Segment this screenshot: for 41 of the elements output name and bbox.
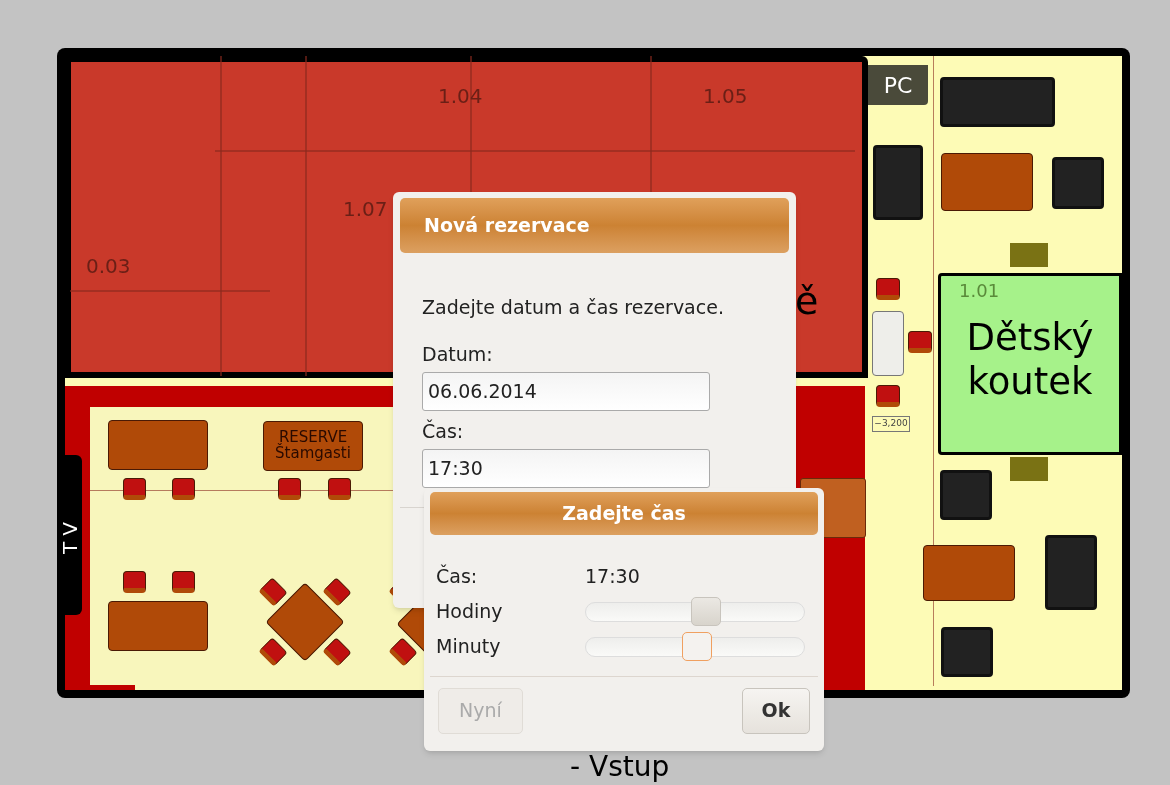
room-name: koutek [967,360,1093,405]
chair-drawing [123,571,146,593]
armchair-drawing [940,470,992,520]
room-number: 1.01 [959,282,1000,300]
slider-label: Minuty [436,633,502,659]
text-field[interactable]: 17:30 [422,448,710,488]
text-field[interactable]: 06.06.2014 [422,371,710,411]
room-number: 1.07 [343,199,388,219]
time-label: Čas: [436,563,479,589]
slider[interactable] [585,596,805,626]
armchair-drawing [941,627,993,677]
chair-drawing [908,331,932,353]
time-value: 17:30 [585,564,640,589]
room-name: Dětský [966,316,1094,361]
level-mark: −3,200 [872,416,910,432]
room-number: 1.05 [703,86,748,106]
dialog-title: Zadejte čas [430,492,818,535]
field-label: Čas: [422,418,465,443]
chair-drawing [876,278,900,300]
chair-drawing [123,478,146,500]
slider-label: Hodiny [436,598,504,624]
chair-drawing [328,478,351,500]
dialog-button[interactable]: Ok [742,687,810,734]
chair-drawing [172,571,195,593]
table-drawing [872,311,904,376]
room-number: 1.04 [438,86,483,106]
pc-label: PC [868,65,928,105]
entrance-label: - Vstup [570,753,670,781]
reserved-table: RESERVE Štamgasti [263,421,363,471]
room-name: ě [795,282,819,320]
dialog-prompt: Zadejte datum a čas rezervace. [422,295,725,320]
dialog-title: Nová rezervace [400,198,789,253]
lamp-drawing [1010,457,1048,481]
chair-drawing [172,478,195,500]
field-label: Datum: [422,341,494,366]
lamp-drawing [1010,243,1048,267]
armchair-drawing [1052,157,1104,209]
slider[interactable] [585,631,805,661]
chair-drawing [876,385,900,407]
chair-drawing [278,478,301,500]
room-number: 0.03 [86,256,131,276]
